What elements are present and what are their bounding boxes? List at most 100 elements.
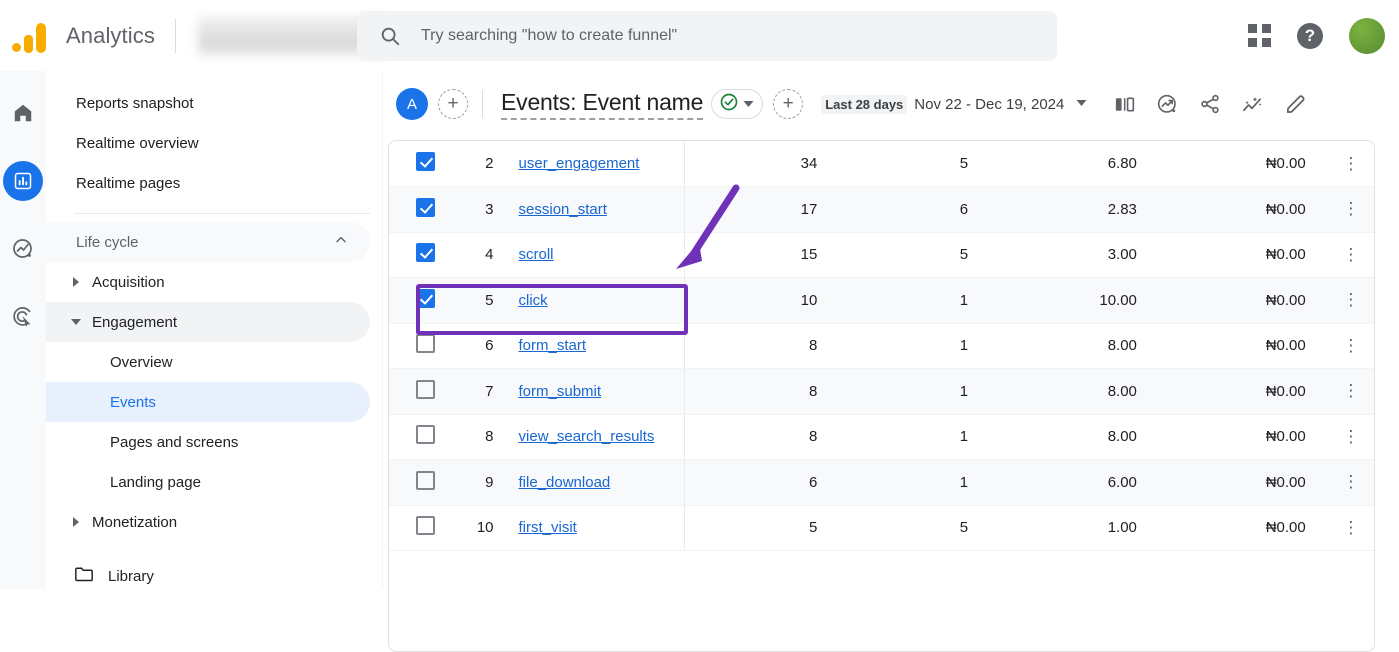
rail-item-explore[interactable] <box>3 229 43 269</box>
sidebar-item-engagement[interactable]: Engagement <box>46 302 370 342</box>
row-event-count: 34 <box>684 141 846 187</box>
more-vert-icon[interactable]: ⋮ <box>1342 199 1359 218</box>
table-row[interactable]: 10 first_visit 5 5 1.00 ₦0.00 ⋮ <box>389 505 1374 551</box>
row-event-name-cell: view_search_results <box>493 414 685 460</box>
edit-pencil-icon[interactable] <box>1284 93 1307 116</box>
help-question-icon[interactable]: ? <box>1297 22 1323 49</box>
event-name-link[interactable]: session_start <box>519 201 607 218</box>
row-checkbox[interactable] <box>416 152 435 171</box>
dimension-status-dropdown[interactable] <box>711 89 764 119</box>
event-name-link[interactable]: form_start <box>519 337 587 354</box>
row-index: 2 <box>451 141 494 187</box>
row-total-users: 1 <box>845 323 997 369</box>
more-vert-icon[interactable]: ⋮ <box>1342 154 1359 173</box>
table-row[interactable]: 9 file_download 6 1 6.00 ₦0.00 ⋮ <box>389 459 1374 506</box>
chevron-right-icon <box>68 517 84 527</box>
row-total-users: 1 <box>845 277 997 324</box>
sidebar-item-overview[interactable]: Overview <box>46 342 370 382</box>
insights-icon[interactable] <box>1156 93 1179 116</box>
avatar[interactable] <box>1349 17 1385 54</box>
row-checkbox[interactable] <box>416 243 435 263</box>
sidebar-item-label: Events <box>110 393 156 411</box>
more-vert-icon[interactable]: ⋮ <box>1342 290 1359 309</box>
event-name-link[interactable]: form_submit <box>519 383 602 400</box>
sidebar-item-pages-and-screens[interactable]: Pages and screens <box>46 422 370 462</box>
sidebar-item-realtime-overview[interactable]: Realtime overview <box>46 123 372 163</box>
row-checkbox-cell <box>389 277 452 324</box>
event-name-link[interactable]: user_engagement <box>519 155 640 172</box>
table-row[interactable]: 6 form_start 8 1 8.00 ₦0.00 ⋮ <box>389 323 1374 369</box>
table-row[interactable]: 7 form_submit 8 1 8.00 ₦0.00 ⋮ <box>389 368 1374 415</box>
sidebar-item-realtime-pages[interactable]: Realtime pages <box>46 163 372 203</box>
row-index: 9 <box>451 459 494 506</box>
rail-item-reports[interactable] <box>3 161 43 201</box>
sidebar-item-monetization[interactable]: Monetization <box>46 502 370 542</box>
row-checkbox-cell <box>389 141 452 187</box>
add-dimension-button[interactable]: + <box>773 89 804 119</box>
events-table-card: 2 user_engagement 34 5 6.80 ₦0.00 ⋮ 3 session_st… <box>388 140 1375 652</box>
search-bar[interactable] <box>357 11 1057 61</box>
chevron-right-icon <box>68 277 84 287</box>
table-row[interactable]: 2 user_engagement 34 5 6.80 ₦0.00 ⋮ <box>389 141 1374 187</box>
google-analytics-logo[interactable] <box>12 19 54 53</box>
row-event-count: 5 <box>684 505 846 551</box>
more-vert-icon[interactable]: ⋮ <box>1342 245 1359 264</box>
rail-item-advertising[interactable] <box>3 297 43 337</box>
sidebar-item-acquisition[interactable]: Acquisition <box>46 262 370 302</box>
rail-item-home[interactable] <box>3 93 43 133</box>
compare-columns-icon[interactable] <box>1113 93 1136 116</box>
sidebar-item-label: Pages and screens <box>110 433 239 451</box>
row-checkbox[interactable] <box>416 470 435 490</box>
row-menu-cell: ⋮ <box>1327 414 1374 460</box>
chevron-down-icon[interactable] <box>1076 99 1087 110</box>
date-range-label[interactable]: Nov 22 - Dec 19, 2024 <box>914 96 1064 113</box>
event-name-link[interactable]: view_search_results <box>519 428 655 445</box>
sidebar-section-life-cycle[interactable]: Life cycle <box>46 222 370 262</box>
sidebar-item-label: Reports snapshot <box>76 94 194 112</box>
main-content: A + Events: Event name + Last 28 days No… <box>383 71 1399 652</box>
row-event-count-per-user: 2.83 <box>996 186 1167 233</box>
table-row[interactable]: 3 session_start 17 6 2.83 ₦0.00 ⋮ <box>389 186 1374 233</box>
row-event-count: 17 <box>684 186 846 233</box>
more-vert-icon[interactable]: ⋮ <box>1342 336 1359 355</box>
share-icon[interactable] <box>1199 93 1221 115</box>
event-name-link[interactable]: click <box>519 292 548 309</box>
row-total-users: 5 <box>845 505 997 551</box>
audience-badge[interactable]: A <box>396 88 428 120</box>
row-checkbox[interactable] <box>416 379 435 399</box>
row-checkbox[interactable] <box>416 197 435 217</box>
more-vert-icon[interactable]: ⋮ <box>1342 381 1359 400</box>
add-comparison-button[interactable]: + <box>438 89 468 119</box>
page-title[interactable]: Events: Event name <box>501 89 703 120</box>
sidebar-item-library[interactable]: Library <box>46 556 382 589</box>
sidebar-item-events[interactable]: Events <box>46 382 370 422</box>
row-checkbox[interactable] <box>416 288 435 308</box>
row-menu-cell: ⋮ <box>1327 505 1374 551</box>
more-vert-icon[interactable]: ⋮ <box>1342 427 1359 446</box>
table-row[interactable]: 8 view_search_results 8 1 8.00 ₦0.00 ⋮ <box>389 414 1374 460</box>
row-checkbox[interactable] <box>416 334 435 354</box>
row-total-users: 6 <box>845 186 997 233</box>
toolbar-divider <box>482 90 483 118</box>
date-preset-chip[interactable]: Last 28 days <box>821 94 908 114</box>
event-name-link[interactable]: scroll <box>519 246 554 263</box>
table-row[interactable]: 4 scroll 15 5 3.00 ₦0.00 ⋮ <box>389 232 1374 278</box>
row-checkbox[interactable] <box>416 516 435 536</box>
sidebar-item-label: Engagement <box>92 313 178 331</box>
event-name-link[interactable]: file_download <box>519 474 611 491</box>
search-input[interactable] <box>421 27 1021 45</box>
more-vert-icon[interactable]: ⋮ <box>1342 472 1359 491</box>
row-checkbox[interactable] <box>416 425 435 445</box>
more-vert-icon[interactable]: ⋮ <box>1342 518 1359 537</box>
row-checkbox-cell <box>389 323 452 369</box>
report-toolbar: A + Events: Event name + Last 28 days No… <box>383 71 1399 137</box>
row-index: 6 <box>451 323 494 369</box>
sparkle-trend-icon[interactable] <box>1241 93 1264 116</box>
sidebar-item-landing-page[interactable]: Landing page <box>46 462 370 502</box>
event-name-link[interactable]: first_visit <box>519 519 577 536</box>
sidebar-item-reports-snapshot[interactable]: Reports snapshot <box>46 83 372 123</box>
row-event-name-cell: user_engagement <box>493 141 685 187</box>
row-event-count: 10 <box>684 277 846 324</box>
table-row[interactable]: 5 click 10 1 10.00 ₦0.00 ⋮ <box>389 277 1374 324</box>
apps-grid-icon[interactable] <box>1248 24 1271 47</box>
